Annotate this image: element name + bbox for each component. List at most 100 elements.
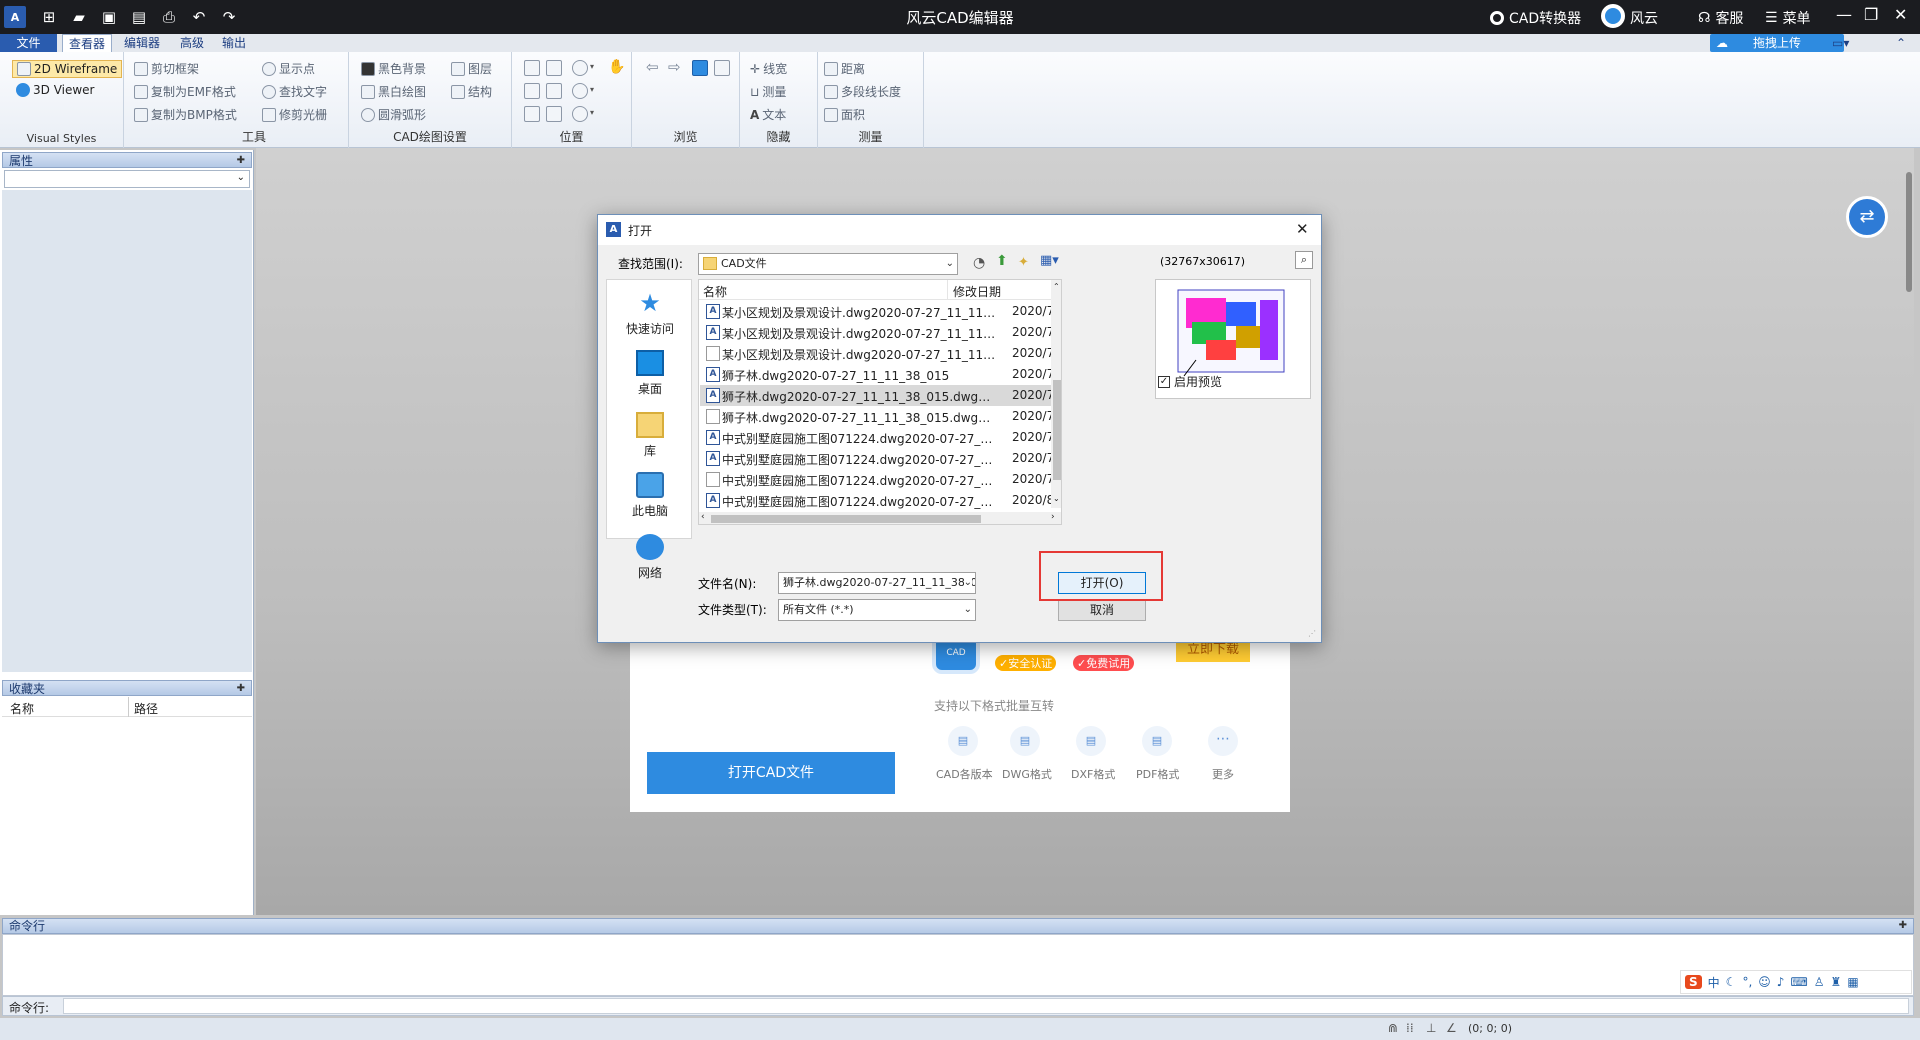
dwg-icon[interactable]: ▤ bbox=[1010, 726, 1040, 756]
format-more[interactable]: 更多 bbox=[1212, 766, 1234, 782]
file-row[interactable]: A 某小区规划及景观设计.dwg2020-07-27_11_11_3... 2020… bbox=[700, 322, 1061, 343]
resize-grip-icon[interactable]: ⋰ bbox=[1308, 629, 1316, 638]
view-dropdown-icon[interactable]: ▾ bbox=[590, 108, 594, 117]
minimize-button[interactable]: — bbox=[1836, 5, 1852, 24]
distance-button[interactable]: 距离 bbox=[824, 60, 865, 77]
grid-snap-icon[interactable]: ⁞⁞ bbox=[1406, 1021, 1414, 1035]
format-pdf[interactable]: PDF格式 bbox=[1136, 766, 1179, 782]
command-input[interactable] bbox=[63, 998, 1909, 1014]
more-icon[interactable]: ⋯ bbox=[1208, 726, 1238, 756]
menu-link[interactable]: ☰ 菜单 bbox=[1765, 8, 1811, 28]
place-network[interactable]: 网络 bbox=[607, 534, 693, 581]
file-row[interactable]: 中式别墅庭园施工图071224.dwg2020-07-27_11... 2020/… bbox=[700, 469, 1061, 490]
zoom-previous-icon[interactable] bbox=[524, 83, 540, 99]
file-row[interactable]: A 狮子林.dwg2020-07-27_11_11_38_015.dwg202..… bbox=[700, 385, 1061, 406]
scroll-up-icon[interactable]: ⌃ bbox=[1053, 282, 1060, 291]
emoji-icon[interactable]: ☺ bbox=[1758, 975, 1771, 989]
polyline-length-button[interactable]: 多段线长度 bbox=[824, 83, 901, 100]
file-row[interactable]: 某小区规划及景观设计.dwg2020-07-27_11_11_3... 2020/… bbox=[700, 343, 1061, 364]
orbit-icon[interactable] bbox=[546, 106, 562, 122]
zoom-in-dropdown-icon[interactable]: ▾ bbox=[590, 62, 594, 71]
file-row[interactable]: A中式别墅庭园施工图071224.dwg2020-07-27_11...2020… bbox=[700, 490, 1061, 511]
view-menu-icon[interactable]: ▦▾ bbox=[1040, 253, 1059, 268]
viewer-3d-button[interactable]: 3D Viewer bbox=[16, 83, 94, 97]
wireframe-2d-button[interactable]: 2D Wireframe bbox=[12, 60, 123, 78]
browse-refresh-icon[interactable] bbox=[692, 60, 708, 76]
cad-converter-link[interactable]: CAD转换器 bbox=[1490, 8, 1581, 28]
service-link[interactable]: ☊ 客服 bbox=[1698, 8, 1743, 28]
back-icon[interactable]: ◔ bbox=[973, 255, 985, 271]
line-width-button[interactable]: ✛ 线宽 bbox=[750, 60, 787, 77]
dialog-close-icon[interactable]: ✕ bbox=[1296, 220, 1309, 238]
column-name[interactable]: 名称 bbox=[703, 283, 727, 300]
find-text-button[interactable]: 查找文字 bbox=[262, 83, 327, 100]
pin-icon[interactable]: ✚ bbox=[237, 153, 245, 169]
copy-emf-button[interactable]: 复制为EMF格式 bbox=[134, 83, 236, 100]
file-row[interactable]: 狮子林.dwg2020-07-27_11_11_38_015.dwg202...… bbox=[700, 406, 1061, 427]
upload-button[interactable]: ☁ 拖拽上传 bbox=[1710, 34, 1844, 52]
filename-input[interactable]: 狮子林.dwg2020-07-27_11_11_38_015.dwg ⌄ bbox=[778, 572, 976, 594]
hscroll-thumb[interactable] bbox=[711, 515, 981, 523]
pin-icon[interactable]: ✚ bbox=[237, 681, 245, 697]
tab-output[interactable]: 输出 bbox=[216, 34, 252, 52]
black-bg-button[interactable]: 黑色背景 bbox=[361, 60, 426, 77]
sogou-logo-icon[interactable]: S bbox=[1685, 975, 1702, 989]
translate-icon[interactable]: ⇄ bbox=[1846, 196, 1888, 238]
format-dwg[interactable]: DWG格式 bbox=[1002, 766, 1052, 782]
trim-raster-button[interactable]: 修剪光栅 bbox=[262, 106, 327, 123]
scroll-right-icon[interactable]: › bbox=[1051, 512, 1055, 522]
tab-advanced[interactable]: 高级 bbox=[174, 34, 210, 52]
zoom-out-icon[interactable] bbox=[572, 83, 588, 99]
scroll-thumb[interactable] bbox=[1053, 380, 1061, 480]
properties-dropdown[interactable]: ⌄ bbox=[4, 170, 250, 188]
polar-icon[interactable]: ∠ bbox=[1446, 1021, 1457, 1035]
file-row[interactable]: A中式别墅庭园施工图071224.dwg2020-07-27_11...2020… bbox=[700, 427, 1061, 448]
zoom-window-icon[interactable] bbox=[524, 60, 540, 76]
view-icon[interactable] bbox=[572, 106, 588, 122]
pan-hand-icon[interactable]: ✋ bbox=[608, 60, 625, 76]
horizontal-scrollbar[interactable]: ‹ › bbox=[699, 512, 1061, 524]
maximize-button[interactable]: ❐ bbox=[1864, 5, 1878, 24]
open-cad-button[interactable]: 打开CAD文件 bbox=[647, 752, 895, 794]
zoom-fit-icon[interactable] bbox=[546, 83, 562, 99]
arrow-left-icon[interactable]: ⇦ bbox=[646, 58, 659, 76]
zoom-out-dropdown-icon[interactable]: ▾ bbox=[590, 85, 594, 94]
microphone-icon[interactable]: ♪ bbox=[1777, 975, 1785, 989]
cad-version-icon[interactable]: ▤ bbox=[948, 726, 978, 756]
close-button[interactable]: ✕ bbox=[1894, 5, 1907, 24]
scroll-left-icon[interactable]: ‹ bbox=[701, 512, 705, 522]
rotate-icon[interactable] bbox=[524, 106, 540, 122]
fengyun-link[interactable]: 风云 bbox=[1601, 4, 1658, 28]
new-folder-icon[interactable]: ✦ bbox=[1018, 255, 1029, 270]
file-row[interactable]: A 某小区规划及景观设计.dwg2020-07-27_11_11_3... 2020… bbox=[700, 301, 1061, 322]
tab-editor[interactable]: 编辑器 bbox=[118, 34, 166, 52]
zoom-extents-icon[interactable] bbox=[546, 60, 562, 76]
window-options-icon[interactable]: ▭▾ bbox=[1832, 36, 1849, 50]
format-dxf[interactable]: DXF格式 bbox=[1071, 766, 1115, 782]
copy-bmp-button[interactable]: 复制为BMP格式 bbox=[134, 106, 237, 123]
area-button[interactable]: 面积 bbox=[824, 106, 865, 123]
browse-close-icon[interactable] bbox=[714, 60, 730, 76]
tab-file[interactable]: 文件 bbox=[0, 34, 57, 52]
keyboard-icon[interactable]: ⌨ bbox=[1790, 975, 1807, 989]
arrow-right-icon[interactable]: ⇨ bbox=[668, 58, 681, 76]
smooth-arc-button[interactable]: 圆滑弧形 bbox=[361, 106, 426, 123]
up-folder-icon[interactable]: ⬆ bbox=[996, 253, 1008, 269]
punctuation-icon[interactable]: °, bbox=[1742, 975, 1752, 989]
column-date[interactable]: 修改日期 bbox=[953, 283, 1001, 300]
show-points-button[interactable]: 显示点 bbox=[262, 60, 315, 77]
user-icon[interactable]: ♙ bbox=[1814, 975, 1825, 989]
look-in-select[interactable]: CAD文件 ⌄ bbox=[698, 253, 958, 275]
file-row[interactable]: A中式别墅庭园施工图071224.dwg2020-07-27_11...2020… bbox=[700, 448, 1061, 469]
column-name[interactable]: 名称 bbox=[10, 700, 34, 717]
cancel-button[interactable]: 取消 bbox=[1058, 599, 1146, 621]
layers-button[interactable]: 图层 bbox=[451, 60, 492, 77]
clip-frame-button[interactable]: 剪切框架 bbox=[134, 60, 199, 77]
scroll-down-icon[interactable]: ⌄ bbox=[1053, 494, 1060, 503]
ime-chinese-mode[interactable]: 中 bbox=[1708, 974, 1720, 991]
zoom-in-icon[interactable] bbox=[572, 60, 588, 76]
ortho-icon[interactable]: ⊥ bbox=[1426, 1021, 1436, 1035]
place-desktop[interactable]: 桌面 bbox=[607, 350, 693, 397]
scrollbar-handle[interactable] bbox=[1906, 172, 1912, 292]
grid-icon[interactable]: ▦ bbox=[1847, 975, 1858, 989]
